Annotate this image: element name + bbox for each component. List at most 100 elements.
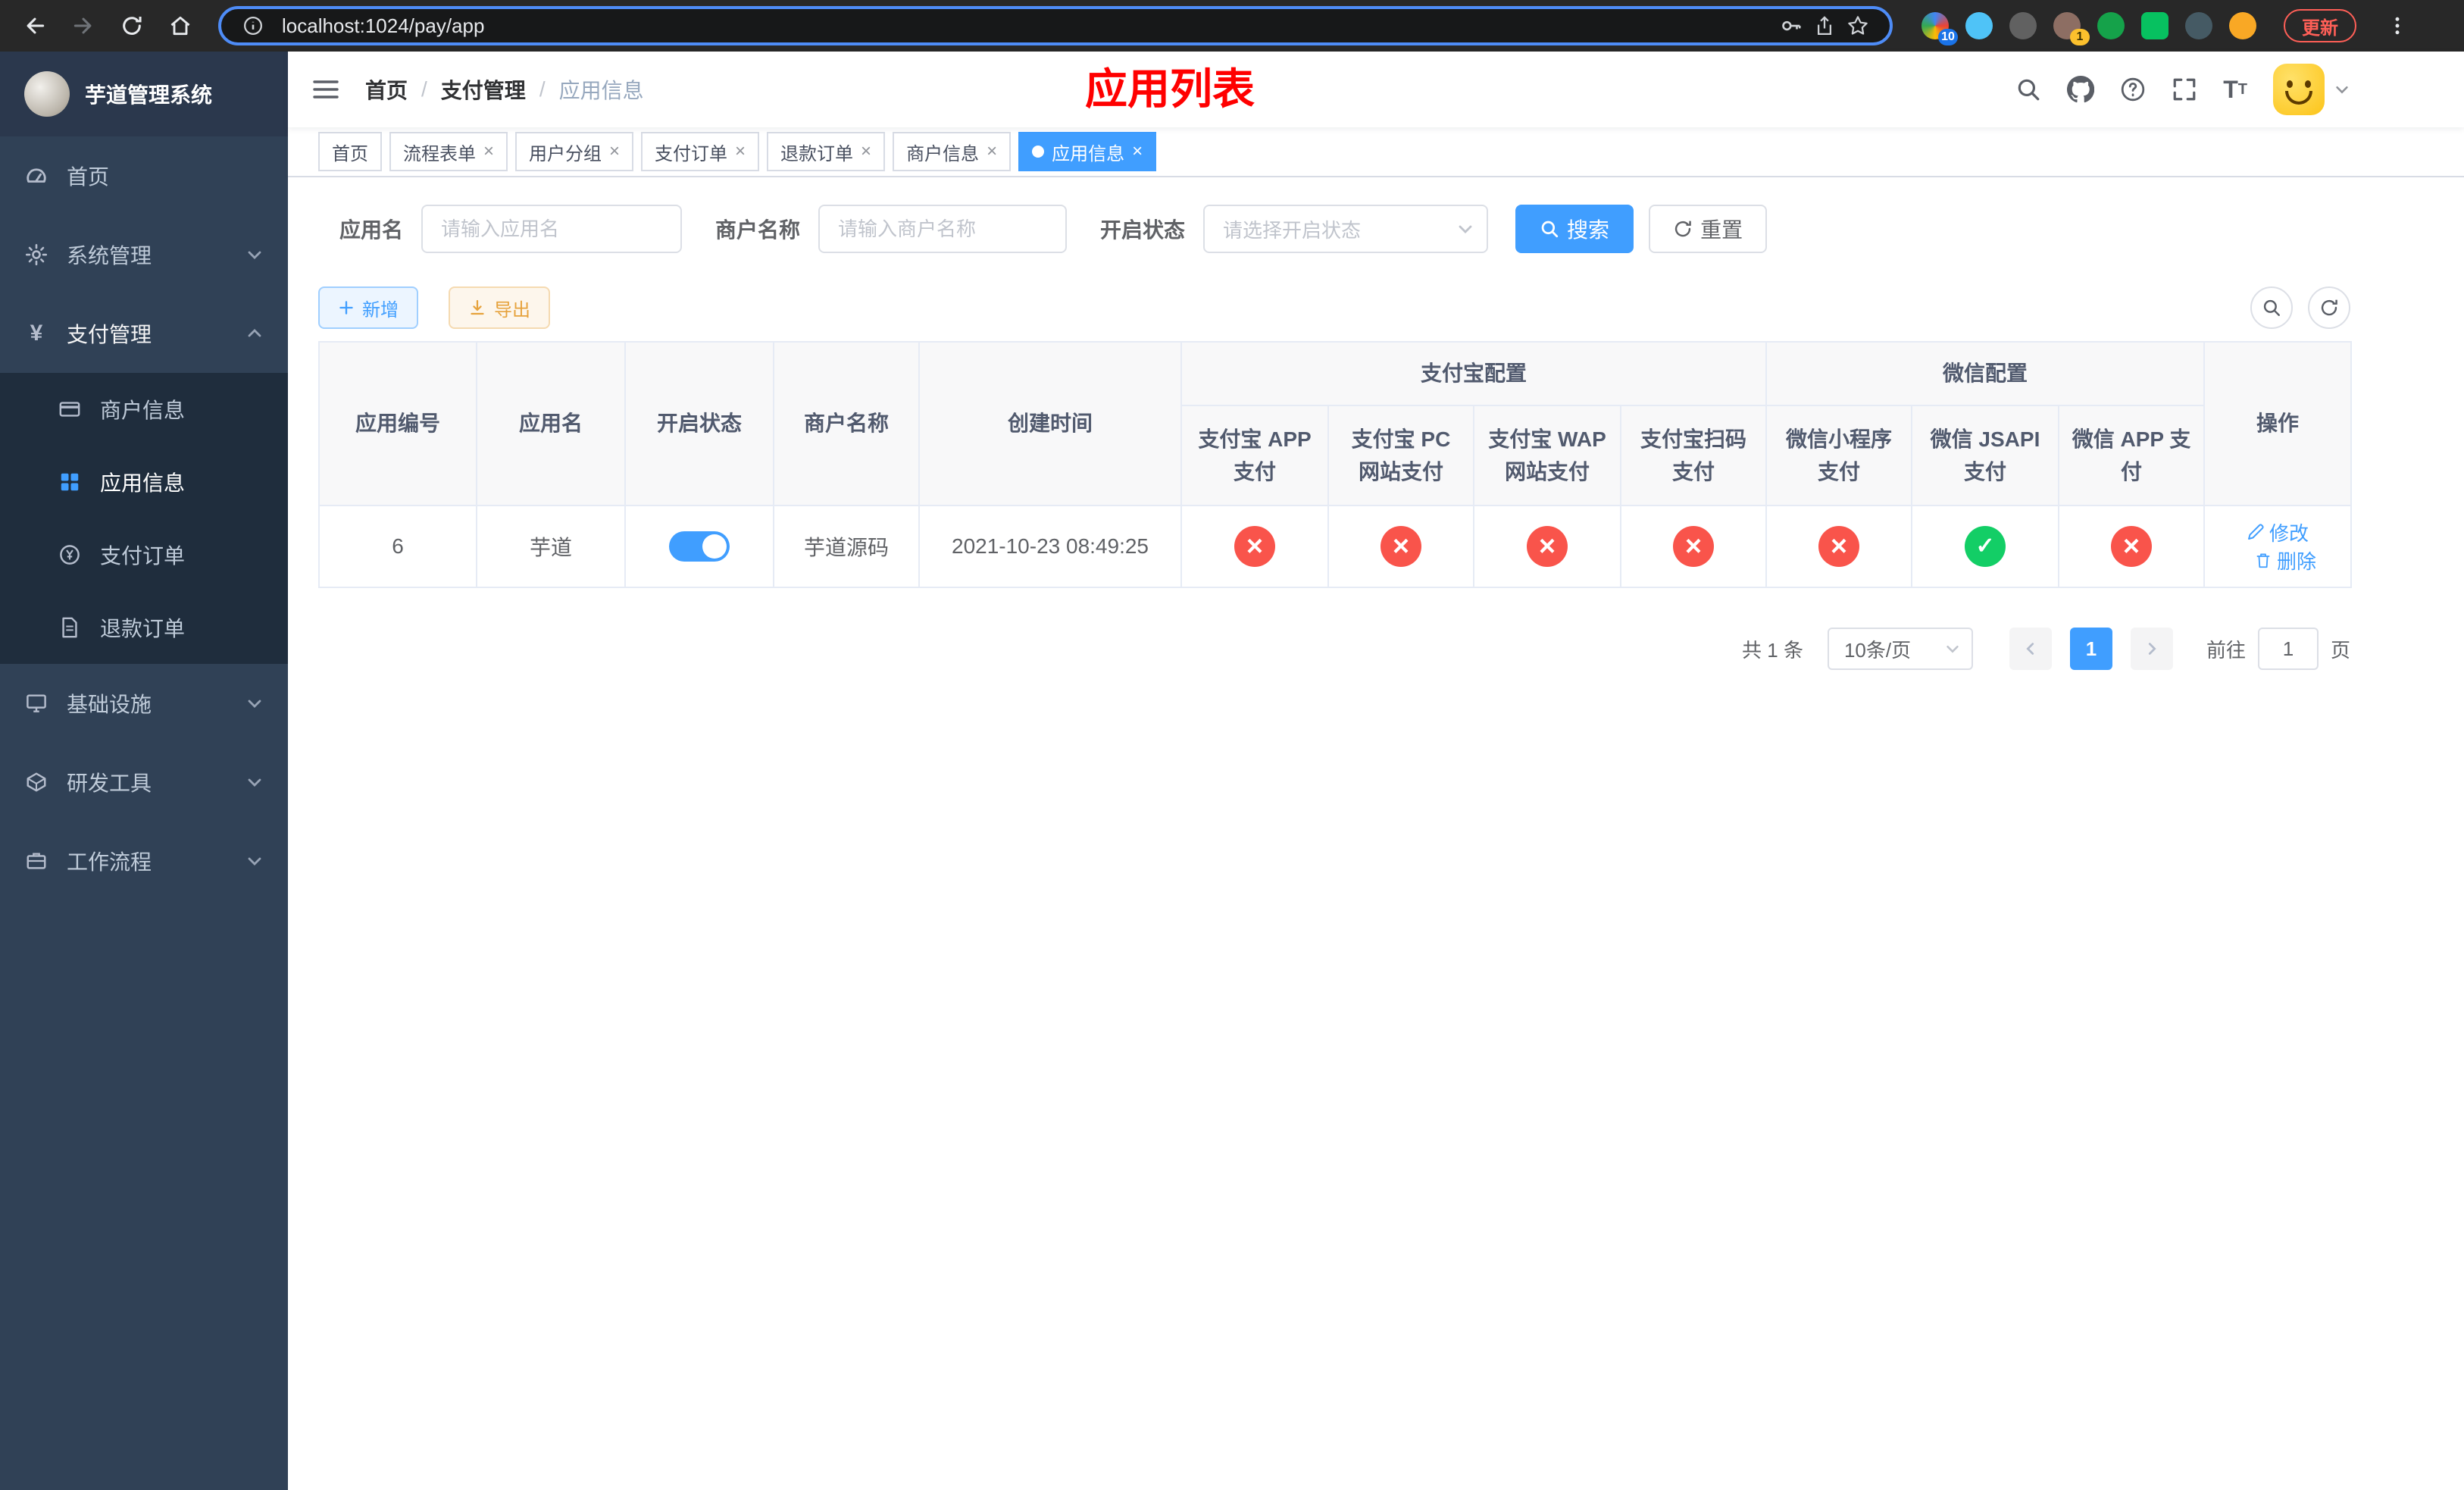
sidebar-item-payment[interactable]: ¥ 支付管理: [0, 294, 288, 373]
sidebar-item-label: 退款订单: [100, 617, 186, 640]
help-icon[interactable]: [2120, 77, 2146, 102]
sidebar-item-merchant-info[interactable]: 商户信息: [0, 373, 288, 446]
breadcrumb-separator: /: [539, 77, 546, 101]
column-header-status: 开启状态: [624, 341, 774, 506]
tab-refund-orders[interactable]: 退款订单 ×: [767, 132, 886, 171]
profile-extension-icon[interactable]: 1: [2053, 12, 2090, 45]
font-size-icon[interactable]: TT: [2223, 76, 2247, 104]
tab-merchant-info[interactable]: 商户信息 ×: [893, 132, 1012, 171]
password-key-icon[interactable]: [1775, 9, 1808, 42]
tab-label: 支付订单: [655, 143, 728, 164]
user-menu[interactable]: [2273, 64, 2350, 115]
page-size-select[interactable]: 10条/页: [1827, 628, 1973, 670]
page-title: 应用列表: [1085, 65, 1255, 113]
sidebar-item-pay-orders[interactable]: 支付订单: [0, 518, 288, 591]
sidebar-menu: 首页 系统管理 ¥ 支付管理 商户信息 应用信息 支付订单 退款订单 基础设施 …: [0, 136, 288, 1490]
app-name-input[interactable]: [421, 205, 683, 253]
extension-icon-5[interactable]: [2097, 12, 2125, 39]
prev-page-button[interactable]: [2009, 628, 2052, 670]
chevron-down-icon: [245, 852, 264, 870]
sidebar-item-refund-orders[interactable]: 退款订单: [0, 591, 288, 664]
column-header-created: 创建时间: [918, 341, 1182, 506]
search-button-label: 搜索: [1567, 218, 1610, 242]
close-tab-icon[interactable]: ×: [1132, 142, 1143, 161]
wx-app-status-icon: [2111, 526, 2153, 567]
bookmark-star-icon[interactable]: [1841, 9, 1875, 42]
add-button[interactable]: 新增: [318, 286, 418, 329]
breadcrumb-section[interactable]: 支付管理: [441, 74, 526, 105]
column-header-wx-app: 微信 APP 支付: [2058, 405, 2206, 506]
table-toolbar-right: [2250, 286, 2350, 329]
briefcase-icon: [24, 850, 48, 872]
share-icon[interactable]: [1808, 9, 1841, 42]
tab-pay-orders[interactable]: 支付订单 ×: [641, 132, 760, 171]
dashboard-icon: [24, 164, 48, 187]
close-tab-icon[interactable]: ×: [609, 142, 620, 161]
brand-logo: [24, 71, 70, 117]
sidebar-item-workflow[interactable]: 工作流程: [0, 822, 288, 900]
status-select[interactable]: 请选择开启状态: [1203, 205, 1489, 253]
extension-icon-2[interactable]: [1965, 12, 1993, 39]
gear-icon: [24, 243, 48, 266]
sidebar-item-label: 首页: [67, 165, 110, 189]
table-toolbar: 新增 导出: [318, 286, 2350, 329]
home-icon[interactable]: [161, 6, 200, 45]
back-icon[interactable]: [15, 6, 55, 45]
fullscreen-icon[interactable]: [2172, 77, 2197, 102]
next-page-button[interactable]: [2130, 628, 2173, 670]
sidebar-item-home[interactable]: 首页: [0, 136, 288, 215]
address-bar[interactable]: localhost:1024/pay/app: [218, 6, 1893, 45]
status-label: 开启状态: [1100, 218, 1186, 242]
export-button[interactable]: 导出: [449, 286, 550, 329]
extension-icon-6[interactable]: [2141, 12, 2169, 39]
url-text[interactable]: localhost:1024/pay/app: [282, 14, 1775, 38]
tags-view: 首页 流程表单 × 用户分组 × 支付订单 × 退款订单 × 商户信息 × 应用信息 ×: [288, 127, 2464, 177]
status-toggle[interactable]: [669, 531, 730, 562]
extension-icon-8[interactable]: [2229, 12, 2256, 39]
hamburger-icon[interactable]: [311, 74, 341, 105]
sidebar-item-label: 工作流程: [67, 850, 152, 874]
close-tab-icon[interactable]: ×: [861, 142, 871, 161]
github-icon[interactable]: [2067, 76, 2095, 103]
reset-button[interactable]: 重置: [1649, 205, 1768, 253]
breadcrumb-separator: /: [421, 77, 427, 101]
extension-icon-1[interactable]: 10: [1921, 12, 1958, 45]
sidebar-item-label: 研发工具: [67, 772, 152, 795]
tab-user-group[interactable]: 用户分组 ×: [515, 132, 634, 171]
page-number-button[interactable]: 1: [2069, 628, 2112, 670]
delete-link[interactable]: 删除: [2254, 546, 2316, 574]
avatar[interactable]: [2273, 64, 2325, 115]
forward-icon[interactable]: [64, 6, 103, 45]
wx-jsapi-status-icon: [1965, 526, 2006, 567]
tab-home[interactable]: 首页: [318, 132, 382, 171]
site-info-icon[interactable]: [236, 9, 270, 42]
browser-toolbar: localhost:1024/pay/app 10 1 更新: [0, 0, 2464, 52]
pay-order-icon: [58, 543, 82, 566]
reload-icon[interactable]: [112, 6, 152, 45]
goto-page-input[interactable]: [2257, 628, 2319, 670]
browser-update-button[interactable]: 更新: [2284, 9, 2356, 42]
search-button[interactable]: 搜索: [1515, 205, 1634, 253]
merchant-name-input[interactable]: [818, 205, 1068, 253]
sidebar-item-app-info[interactable]: 应用信息: [0, 446, 288, 518]
sidebar-item-system[interactable]: 系统管理: [0, 215, 288, 294]
breadcrumb-home[interactable]: 首页: [365, 74, 408, 105]
edit-link[interactable]: 修改: [2247, 518, 2309, 546]
refresh-table-button[interactable]: [2308, 286, 2350, 329]
close-tab-icon[interactable]: ×: [483, 142, 494, 161]
page: localhost:1024/pay/app 10 1 更新 芋道管理系统 首页…: [0, 0, 2464, 1490]
sidebar-item-dev-tools[interactable]: 研发工具: [0, 743, 288, 822]
close-tab-icon[interactable]: ×: [735, 142, 746, 161]
tab-process-form[interactable]: 流程表单 ×: [389, 132, 508, 171]
browser-menu-icon[interactable]: [2378, 6, 2417, 45]
toggle-search-button[interactable]: [2250, 286, 2293, 329]
sidebar-item-infrastructure[interactable]: 基础设施: [0, 664, 288, 743]
extension-icon-7[interactable]: [2185, 12, 2212, 39]
chevron-down-icon: [245, 773, 264, 791]
tab-app-info[interactable]: 应用信息 ×: [1018, 132, 1157, 171]
page-size-value: 10条/页: [1843, 638, 1912, 662]
close-tab-icon[interactable]: ×: [987, 142, 997, 161]
extension-icon-3[interactable]: [2009, 12, 2037, 39]
search-icon[interactable]: [2015, 77, 2041, 102]
chevron-down-icon: [1456, 220, 1474, 238]
